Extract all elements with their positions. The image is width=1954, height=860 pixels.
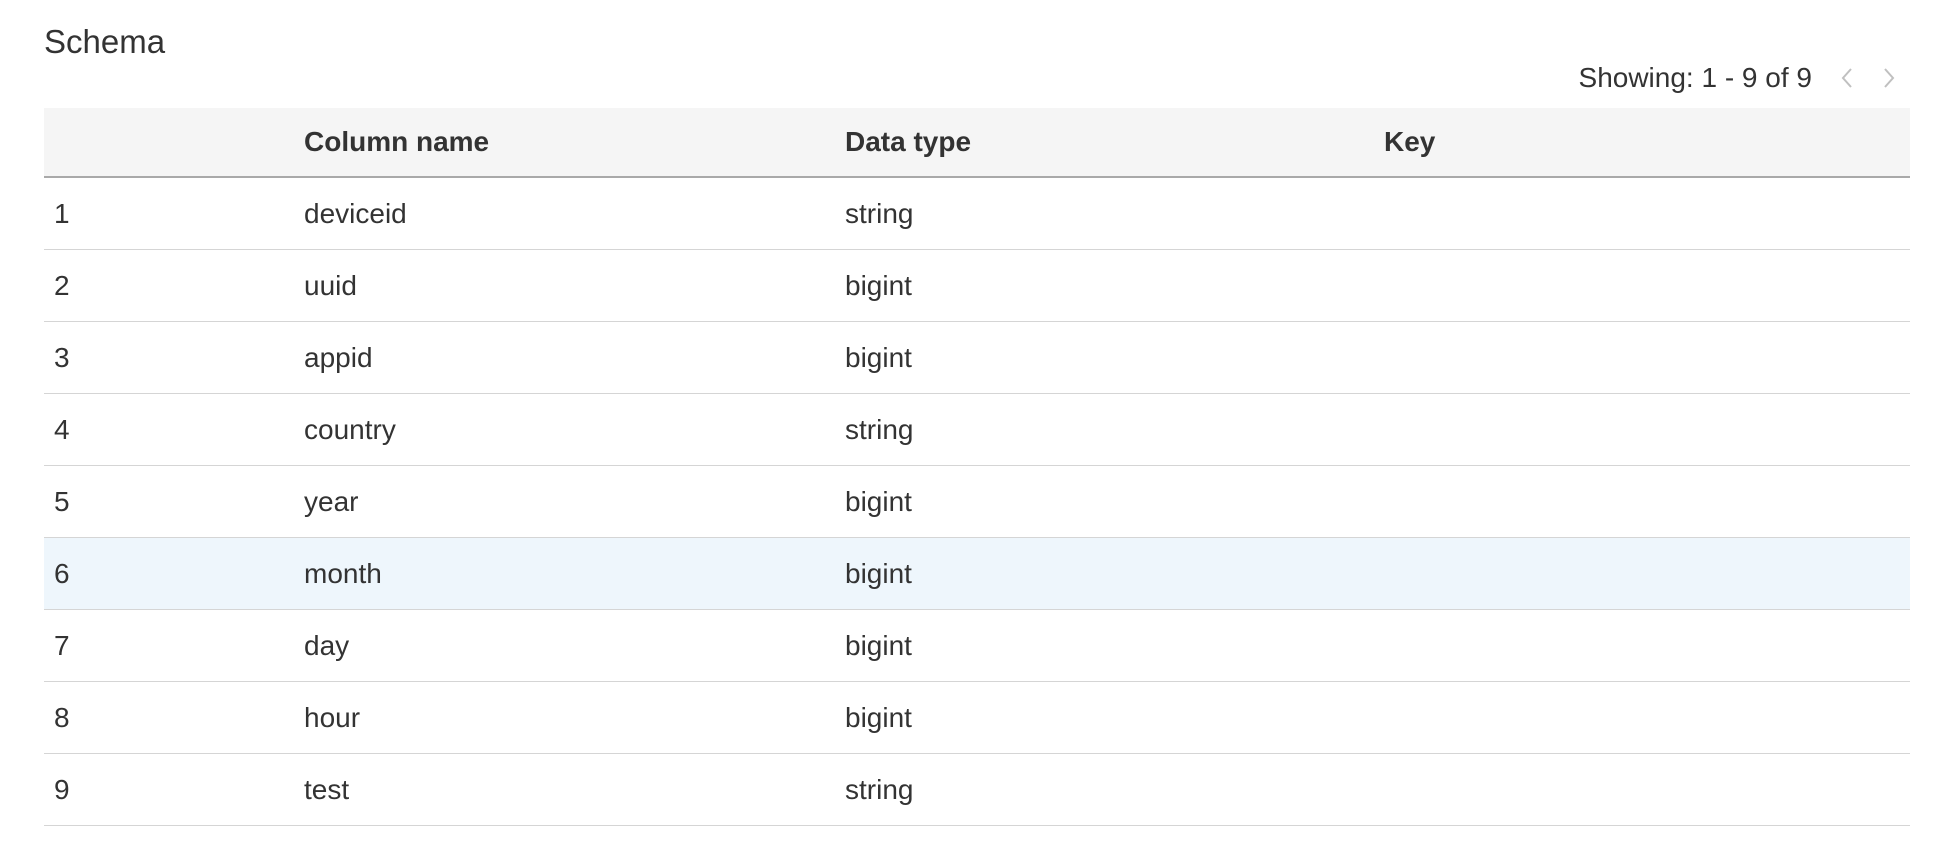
column-header-key[interactable]: Key <box>1384 126 1910 158</box>
cell-index: 5 <box>54 485 70 517</box>
panel-title: Schema <box>44 23 166 60</box>
table-row[interactable]: 6 month bigint <box>44 538 1910 610</box>
cell-index: 8 <box>54 701 70 733</box>
cell-column-name: appid <box>304 341 373 373</box>
cell-index: 9 <box>54 773 70 805</box>
cell-column-name: year <box>304 485 359 517</box>
prev-page-button[interactable] <box>1826 58 1868 98</box>
cell-data-type: string <box>845 413 914 445</box>
cell-data-type: string <box>845 197 914 229</box>
cell-column-name: deviceid <box>304 197 407 229</box>
table-header: Column name Data type Key <box>44 108 1910 178</box>
cell-column-name: uuid <box>304 269 357 301</box>
cell-column-name: country <box>304 413 396 445</box>
column-header-column-name[interactable]: Column name <box>304 126 845 158</box>
table-row[interactable]: 2 uuid bigint <box>44 250 1910 322</box>
cell-index: 3 <box>54 341 70 373</box>
table-row[interactable]: 4 country string <box>44 394 1910 466</box>
table-row[interactable]: 1 deviceid string <box>44 178 1910 250</box>
cell-data-type: bigint <box>845 701 912 733</box>
table-row[interactable]: 7 day bigint <box>44 610 1910 682</box>
chevron-right-icon <box>1884 68 1895 88</box>
table-row[interactable]: 8 hour bigint <box>44 682 1910 754</box>
cell-data-type: bigint <box>845 485 912 517</box>
cell-data-type: bigint <box>845 557 912 589</box>
next-page-button[interactable] <box>1868 58 1910 98</box>
pagination: Showing: 1 - 9 of 9 <box>1579 58 1910 98</box>
table-body: 1 deviceid string 2 uuid bigint 3 appid bigint 4 c… <box>44 178 1910 826</box>
cell-index: 4 <box>54 413 70 445</box>
cell-data-type: string <box>845 773 914 805</box>
cell-data-type: bigint <box>845 269 912 301</box>
chevron-left-icon <box>1841 68 1852 88</box>
cell-data-type: bigint <box>845 341 912 373</box>
cell-index: 2 <box>54 269 70 301</box>
pagination-summary: Showing: 1 - 9 of 9 <box>1578 62 1812 93</box>
table-row[interactable]: 9 test string <box>44 754 1910 826</box>
column-header-data-type[interactable]: Data type <box>845 126 1384 158</box>
cell-index: 7 <box>54 629 70 661</box>
table-row[interactable]: 5 year bigint <box>44 466 1910 538</box>
cell-column-name: test <box>304 773 350 805</box>
cell-column-name: month <box>304 557 382 589</box>
schema-table: Column name Data type Key 1 deviceid strin… <box>44 108 1910 826</box>
cell-data-type: bigint <box>845 629 912 661</box>
cell-column-name: day <box>304 629 350 661</box>
cell-column-name: hour <box>304 701 361 733</box>
cell-index: 1 <box>54 197 70 229</box>
cell-index: 6 <box>54 557 70 589</box>
table-row[interactable]: 3 appid bigint <box>44 322 1910 394</box>
